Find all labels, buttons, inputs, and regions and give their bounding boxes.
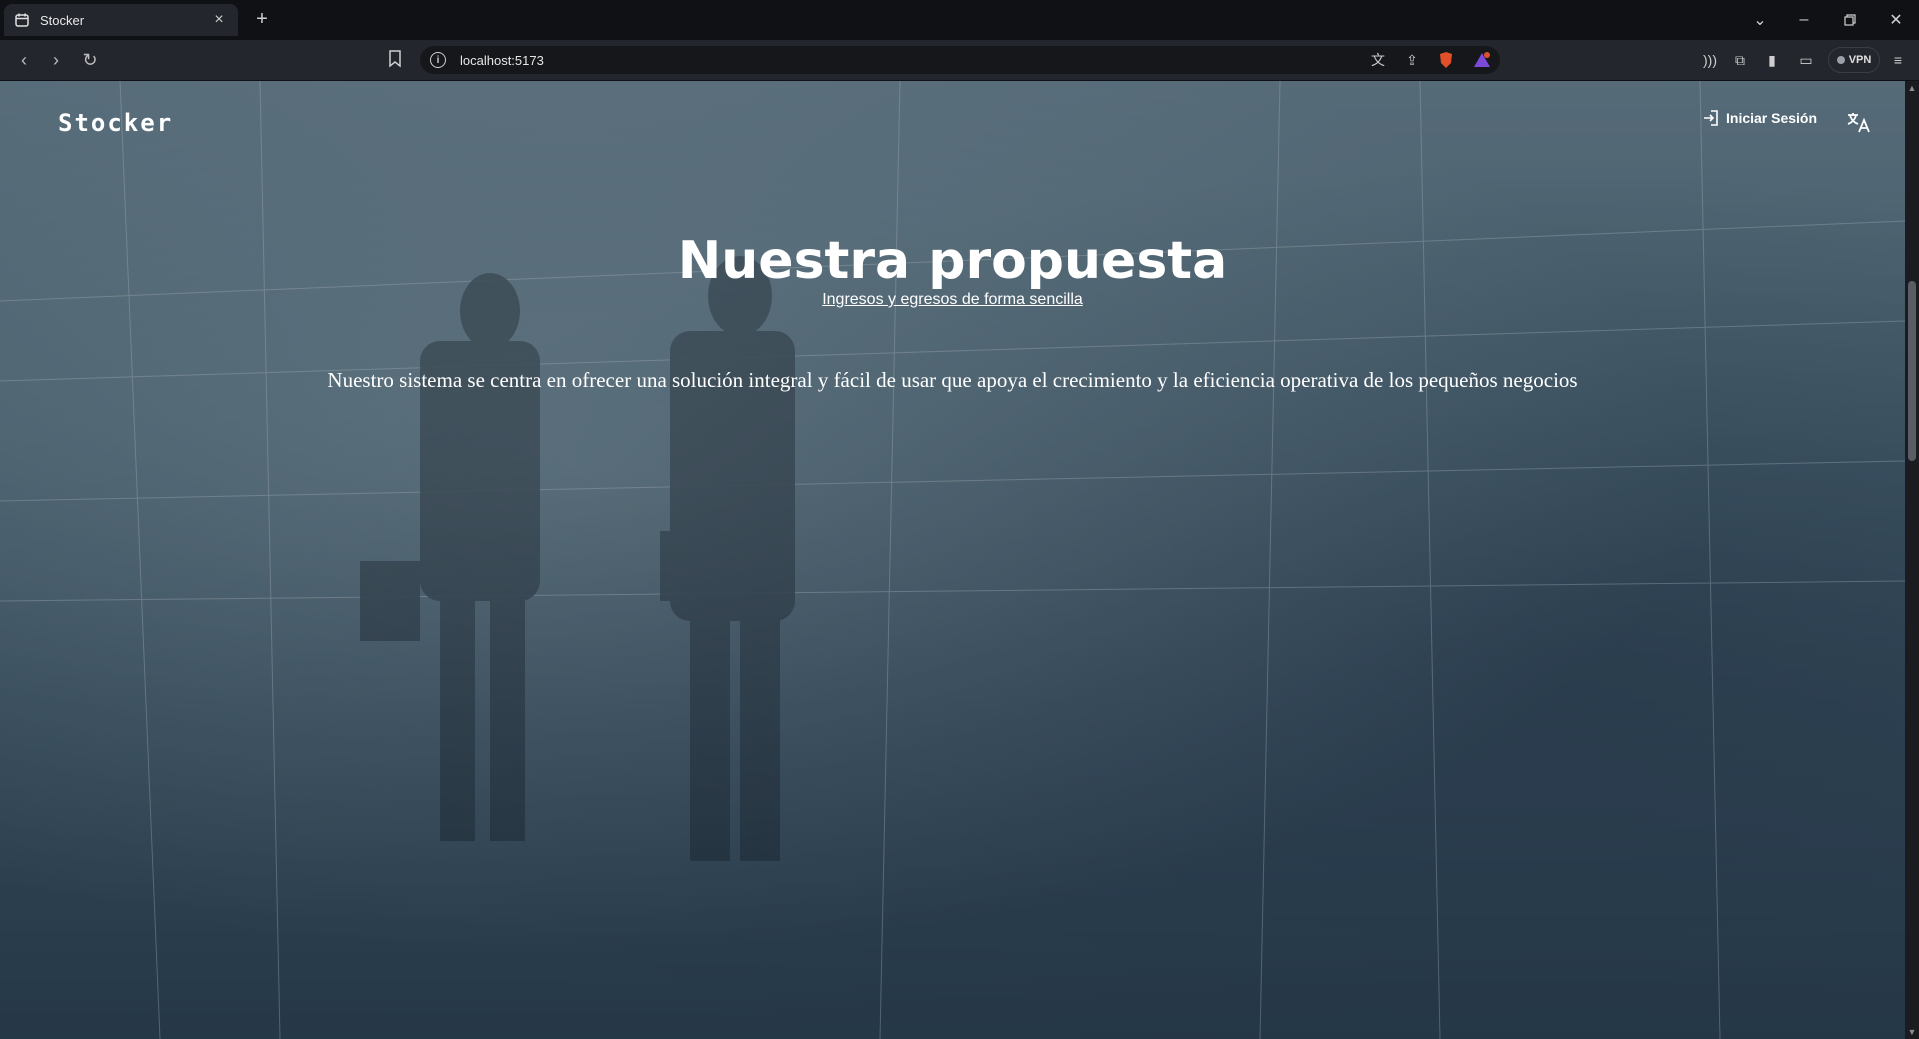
hero-overlay: [0, 81, 1905, 1039]
login-label: Iniciar Sesión: [1726, 110, 1818, 126]
info-icon[interactable]: i: [430, 52, 446, 68]
login-icon: [1704, 110, 1718, 126]
page-viewport: Stocker Iniciar Sesión Nuestra propuesta…: [0, 81, 1905, 1039]
menu-icon[interactable]: ≡: [1888, 50, 1908, 70]
scroll-down-icon[interactable]: ▼: [1907, 1027, 1917, 1037]
scroll-up-icon[interactable]: ▲: [1907, 83, 1917, 93]
reload-icon[interactable]: ↻: [78, 48, 102, 72]
speedreader-icon[interactable]: ))): [1700, 50, 1720, 70]
tab-title: Stocker: [40, 12, 85, 28]
forward-icon[interactable]: ›: [44, 48, 68, 72]
page-scrollbar[interactable]: ▲ ▼: [1905, 81, 1919, 1039]
site-logo[interactable]: Stocker: [58, 109, 173, 137]
translate-icon[interactable]: 文: [1368, 50, 1388, 70]
tab-search-icon[interactable]: ⌄: [1742, 6, 1778, 34]
browser-toolbar: ‹ › ↻ i localhost:5173 文 ⇪ ))) ⧉ ▮ ▭ VPN…: [0, 40, 1919, 80]
restore-icon[interactable]: [1832, 6, 1868, 34]
back-icon[interactable]: ‹: [12, 48, 36, 72]
browser-window: Stocker × + ⌄ – ✕ ‹ › ↻ i localhost:5173…: [0, 0, 1919, 1039]
extensions-icon[interactable]: ⧉: [1730, 50, 1750, 70]
tab-close-icon[interactable]: ×: [210, 11, 228, 29]
login-button[interactable]: Iniciar Sesión: [1702, 109, 1817, 127]
calendar-favicon-icon: [14, 12, 30, 28]
brave-shield-icon[interactable]: [1436, 50, 1456, 70]
vpn-label: VPN: [1848, 54, 1872, 66]
new-tab-button[interactable]: +: [250, 8, 274, 32]
hero-subtitle-wrap: Ingresos y egresos de forma sencilla: [0, 291, 1905, 309]
sidebar-icon[interactable]: ▮: [1762, 50, 1782, 70]
bookmark-icon[interactable]: [388, 50, 402, 68]
minimize-icon[interactable]: –: [1786, 6, 1822, 34]
brave-rewards-icon[interactable]: [1472, 50, 1492, 70]
close-window-icon[interactable]: ✕: [1878, 6, 1914, 34]
language-translate-icon[interactable]: [1846, 111, 1872, 133]
scrollbar-thumb[interactable]: [1908, 281, 1916, 461]
hero-description: Nuestro sistema se centra en ofrecer una…: [327, 368, 1578, 392]
share-icon[interactable]: ⇪: [1402, 50, 1422, 70]
vpn-button[interactable]: VPN: [1828, 47, 1880, 73]
wallet-icon[interactable]: ▭: [1796, 50, 1816, 70]
tab-stocker[interactable]: Stocker ×: [4, 4, 238, 36]
url-text: localhost:5173: [460, 52, 544, 68]
hero-subtitle-link[interactable]: Ingresos y egresos de forma sencilla: [822, 291, 1083, 308]
vpn-status-icon: [1836, 56, 1845, 64]
address-bar[interactable]: i localhost:5173: [420, 46, 1500, 74]
tab-strip: Stocker × + ⌄ – ✕: [0, 0, 1919, 40]
hero-title: Nuestra propuesta: [677, 231, 1228, 291]
